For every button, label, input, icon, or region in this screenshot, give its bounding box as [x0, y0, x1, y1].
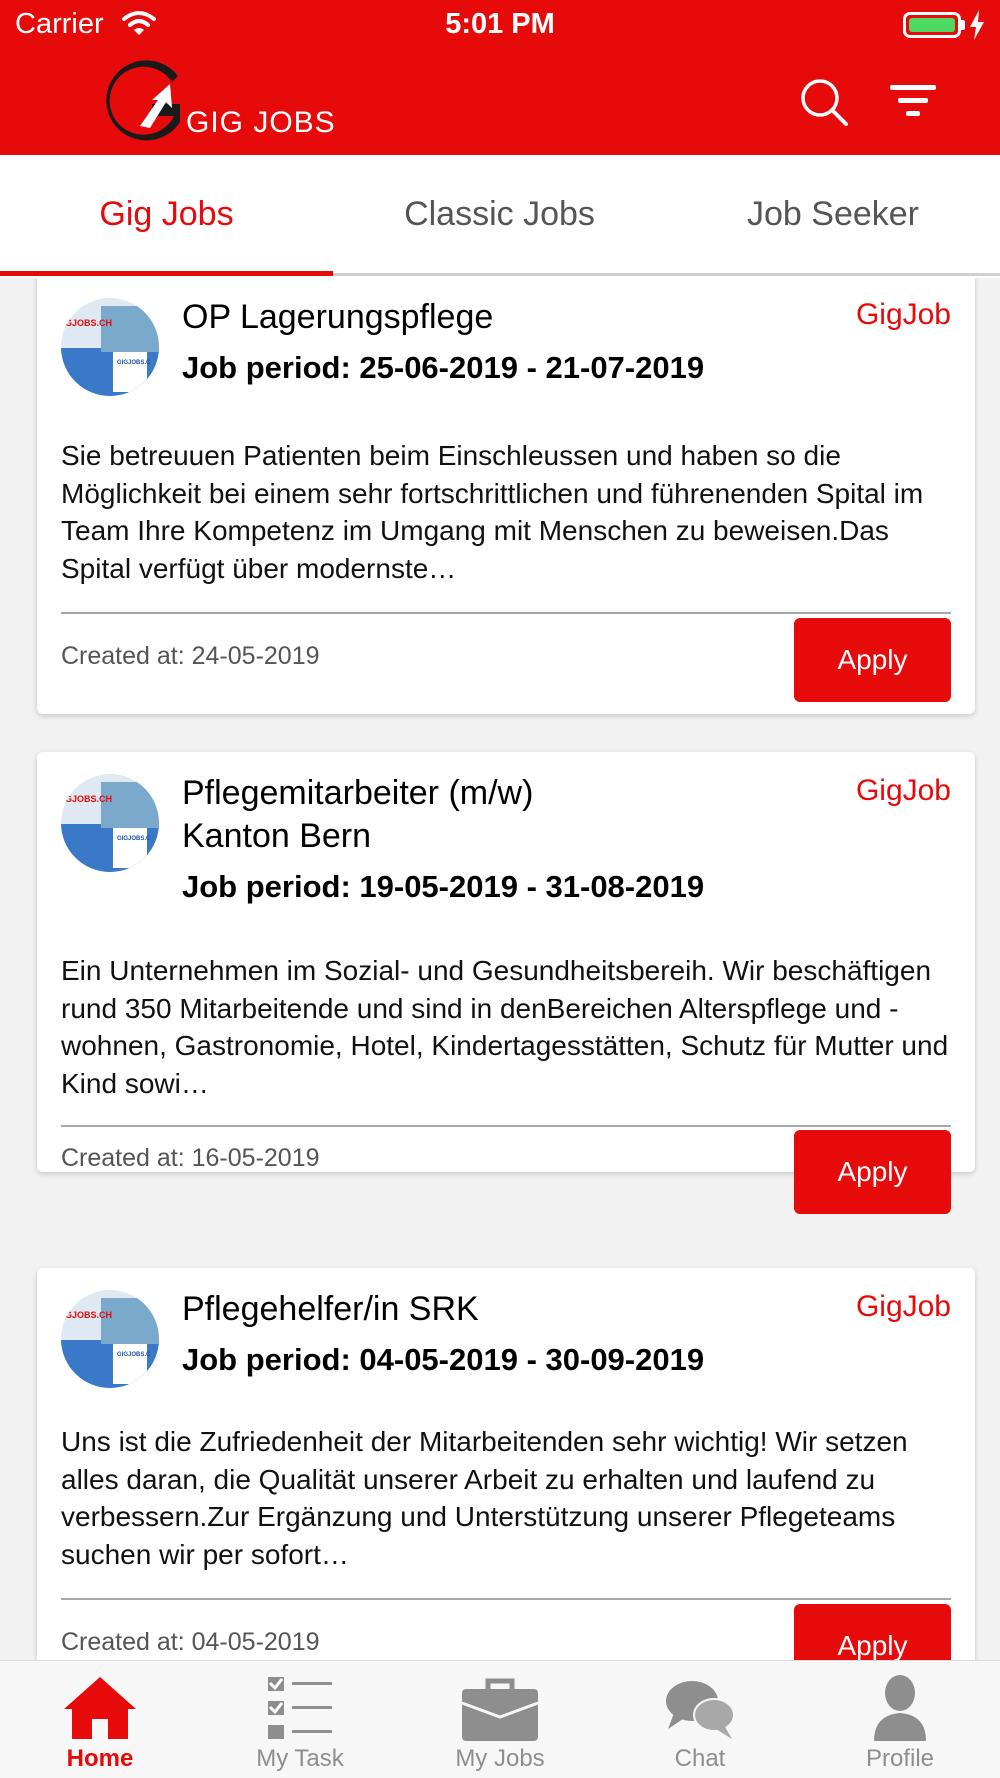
- tab-job-seeker[interactable]: Job Seeker: [666, 155, 1000, 273]
- job-period: Job period: 19-05-2019 - 31-08-2019: [182, 869, 705, 904]
- tab-gig-jobs[interactable]: Gig Jobs: [0, 155, 333, 273]
- svg-text:GIGJOBS.C: GIGJOBS.C: [117, 836, 151, 842]
- briefcase-icon: [461, 1678, 539, 1741]
- job-description: Uns ist die Zufriedenheit der Mitarbeite…: [61, 1426, 908, 1570]
- job-type-badge: GigJob: [855, 298, 951, 331]
- card-divider: [61, 1125, 951, 1127]
- company-logo-image: GJOBS.CH GIGJOBS.C: [61, 1290, 159, 1388]
- tab-classic-jobs[interactable]: Classic Jobs: [333, 155, 666, 273]
- job-description: Ein Unternehmen im Sozial- und Gesundhei…: [61, 955, 949, 1099]
- job-period: Job period: 25-06-2019 - 21-07-2019: [182, 350, 705, 385]
- nav-label: My Jobs: [455, 1745, 545, 1772]
- apply-button[interactable]: Apply: [794, 618, 951, 702]
- created-date: Created at: 04-05-2019: [61, 1628, 320, 1656]
- company-logo-image: GJOBS.CH GIGJOBS.C: [61, 774, 159, 872]
- nav-my-task[interactable]: My Task: [200, 1661, 400, 1778]
- job-title[interactable]: Pflegehelfer/in SRK: [182, 1288, 782, 1331]
- job-description: Sie betreuuen Patienten beim Einschleuss…: [61, 440, 924, 584]
- apply-button[interactable]: Apply: [794, 1130, 951, 1214]
- job-period: Job period: 04-05-2019 - 30-09-2019: [182, 1342, 705, 1377]
- svg-text:GIGJOBS.C: GIGJOBS.C: [117, 1352, 151, 1358]
- person-icon: [874, 1675, 926, 1741]
- job-category-tabs: Gig Jobs Classic Jobs Job Seeker: [0, 155, 1000, 278]
- nav-chat[interactable]: Chat: [600, 1661, 800, 1778]
- svg-text:GIGJOBS.C: GIGJOBS.C: [117, 360, 151, 366]
- search-icon[interactable]: [800, 78, 848, 126]
- status-bar: Carrier 5:01 PM: [0, 0, 1000, 52]
- company-avatar: GJOBS.CH GIGJOBS.C: [61, 1290, 159, 1388]
- charging-bolt-icon: [970, 10, 984, 40]
- app-header: Carrier 5:01 PM GIG JOBS: [0, 0, 1000, 155]
- job-title[interactable]: OP Lagerungspflege: [182, 296, 782, 339]
- tab-divider: [333, 273, 1000, 276]
- job-type-badge: GigJob: [855, 1290, 951, 1323]
- job-title[interactable]: Pflegemitarbeiter (m/w) Kanton Bern: [182, 772, 782, 858]
- chat-bubbles-icon: [666, 1681, 735, 1739]
- created-date: Created at: 24-05-2019: [61, 642, 320, 670]
- job-card[interactable]: GJOBS.CH GIGJOBS.C Pflegemitarbeiter (m/…: [37, 752, 975, 1214]
- gig-jobs-logo: GIG JOBS: [100, 60, 340, 145]
- nav-label: My Task: [256, 1745, 344, 1772]
- card-divider: [61, 1598, 951, 1600]
- logo-mark-icon: [106, 60, 180, 141]
- job-type-badge: GigJob: [855, 774, 951, 807]
- company-avatar: GJOBS.CH GIGJOBS.C: [61, 298, 159, 396]
- nav-profile[interactable]: Profile: [800, 1661, 1000, 1778]
- job-card[interactable]: GJOBS.CH GIGJOBS.C Pflegehelfer/in SRK J…: [37, 1268, 975, 1660]
- bottom-tab-bar: Home My Task My Jobs Chat Profile: [0, 1660, 1000, 1778]
- nav-home[interactable]: Home: [0, 1661, 200, 1778]
- checklist-icon: [268, 1677, 332, 1739]
- battery-icon: [903, 12, 961, 38]
- svg-text:GJOBS.CH: GJOBS.CH: [65, 794, 112, 804]
- svg-text:GJOBS.CH: GJOBS.CH: [65, 318, 112, 328]
- company-avatar: GJOBS.CH GIGJOBS.C: [61, 774, 159, 872]
- filter-icon[interactable]: [888, 82, 938, 120]
- nav-label: Home: [66, 1745, 134, 1772]
- apply-button[interactable]: Apply: [794, 1604, 951, 1660]
- home-icon: [64, 1677, 136, 1739]
- status-time: 5:01 PM: [445, 8, 555, 40]
- svg-text:GJOBS.CH: GJOBS.CH: [65, 1310, 112, 1320]
- logo-text: GIG JOBS: [186, 106, 336, 139]
- company-logo-image: GJOBS.CH GIGJOBS.C: [61, 298, 159, 396]
- active-tab-indicator: [0, 271, 333, 276]
- nav-my-jobs[interactable]: My Jobs: [400, 1661, 600, 1778]
- nav-label: Chat: [674, 1745, 726, 1772]
- job-card[interactable]: GJOBS.CH GIGJOBS.C OP Lagerungspflege Jo…: [37, 278, 975, 714]
- job-list[interactable]: GJOBS.CH GIGJOBS.C OP Lagerungspflege Jo…: [0, 278, 1000, 1660]
- created-date: Created at: 16-05-2019: [61, 1144, 320, 1172]
- nav-label: Profile: [865, 1745, 935, 1772]
- card-divider: [61, 612, 951, 614]
